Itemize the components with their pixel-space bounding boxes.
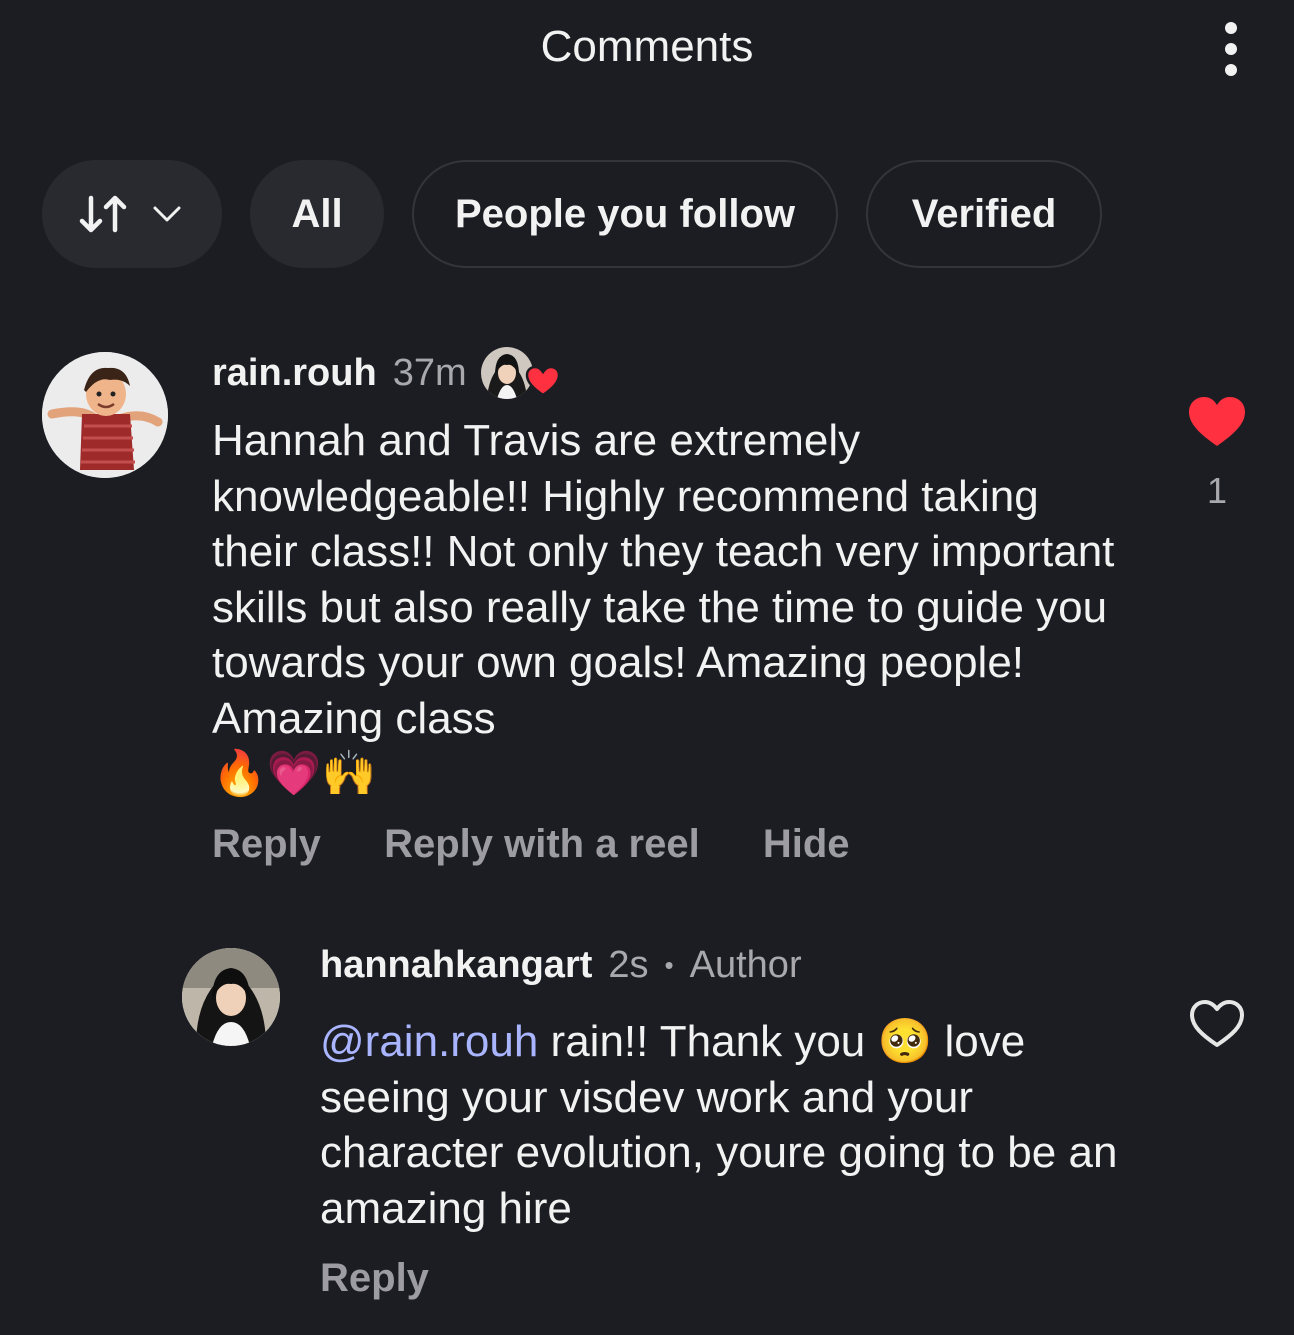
comments-header: Comments (0, 0, 1294, 100)
comment-username[interactable]: rain.rouh (212, 352, 377, 395)
reply-button[interactable]: Reply (320, 1256, 429, 1300)
comment-text: Hannah and Travis are extremely knowledg… (212, 413, 1132, 802)
filter-people-you-follow-chip[interactable]: People you follow (412, 160, 838, 268)
reply-text: @rain.rouh rain!! Thank you 🥺 love seein… (320, 1014, 1140, 1236)
page-title: Comments (540, 22, 754, 71)
like-count: 1 (1206, 470, 1228, 511)
comment-emojis: 🔥💗🙌 (212, 749, 377, 798)
comment-text-content: Hannah and Travis are extremely knowledg… (212, 416, 1115, 743)
reply-meta: hannahkangart 2s • Author (320, 944, 802, 987)
comment-actions: Reply Reply with a reel Hide (212, 822, 850, 867)
avatar-illustration (42, 352, 168, 478)
heart-filled-icon (1189, 397, 1245, 446)
avatar-illustration (182, 948, 280, 1046)
reply-with-reel-button[interactable]: Reply with a reel (384, 822, 700, 866)
sort-arrows-icon (79, 195, 127, 233)
more-options-button[interactable] (1212, 22, 1252, 78)
more-vertical-icon-dot (1225, 64, 1237, 76)
filter-verified-chip[interactable]: Verified (866, 160, 1102, 268)
filter-all-chip[interactable]: All (250, 160, 384, 268)
comment-meta: rain.rouh 37m (212, 345, 560, 401)
reply-actions: Reply (320, 1256, 429, 1301)
more-vertical-icon-dot (1225, 43, 1237, 55)
hide-button[interactable]: Hide (763, 822, 850, 866)
like-button[interactable] (1186, 998, 1248, 1050)
heart-outline-icon (1190, 1000, 1244, 1047)
reply-emoji: 🥺 (877, 1017, 933, 1066)
reply-button[interactable]: Reply (212, 822, 321, 866)
more-vertical-icon (1225, 22, 1237, 34)
avatar[interactable] (42, 352, 168, 478)
reply-username[interactable]: hannahkangart (320, 944, 592, 987)
reply-time: 2s (608, 944, 649, 986)
comment-time: 37m (392, 351, 467, 394)
meta-separator: • (664, 950, 674, 980)
reply-text-part-1: rain!! Thank you (538, 1017, 878, 1066)
avatar[interactable] (182, 948, 280, 1046)
chevron-down-icon (153, 206, 181, 222)
like-button[interactable] (1184, 394, 1250, 450)
mention-link[interactable]: @rain.rouh (320, 1017, 538, 1066)
author-badge: Author (689, 944, 802, 986)
creator-liked-icon (480, 345, 560, 401)
sort-button[interactable] (42, 160, 222, 268)
